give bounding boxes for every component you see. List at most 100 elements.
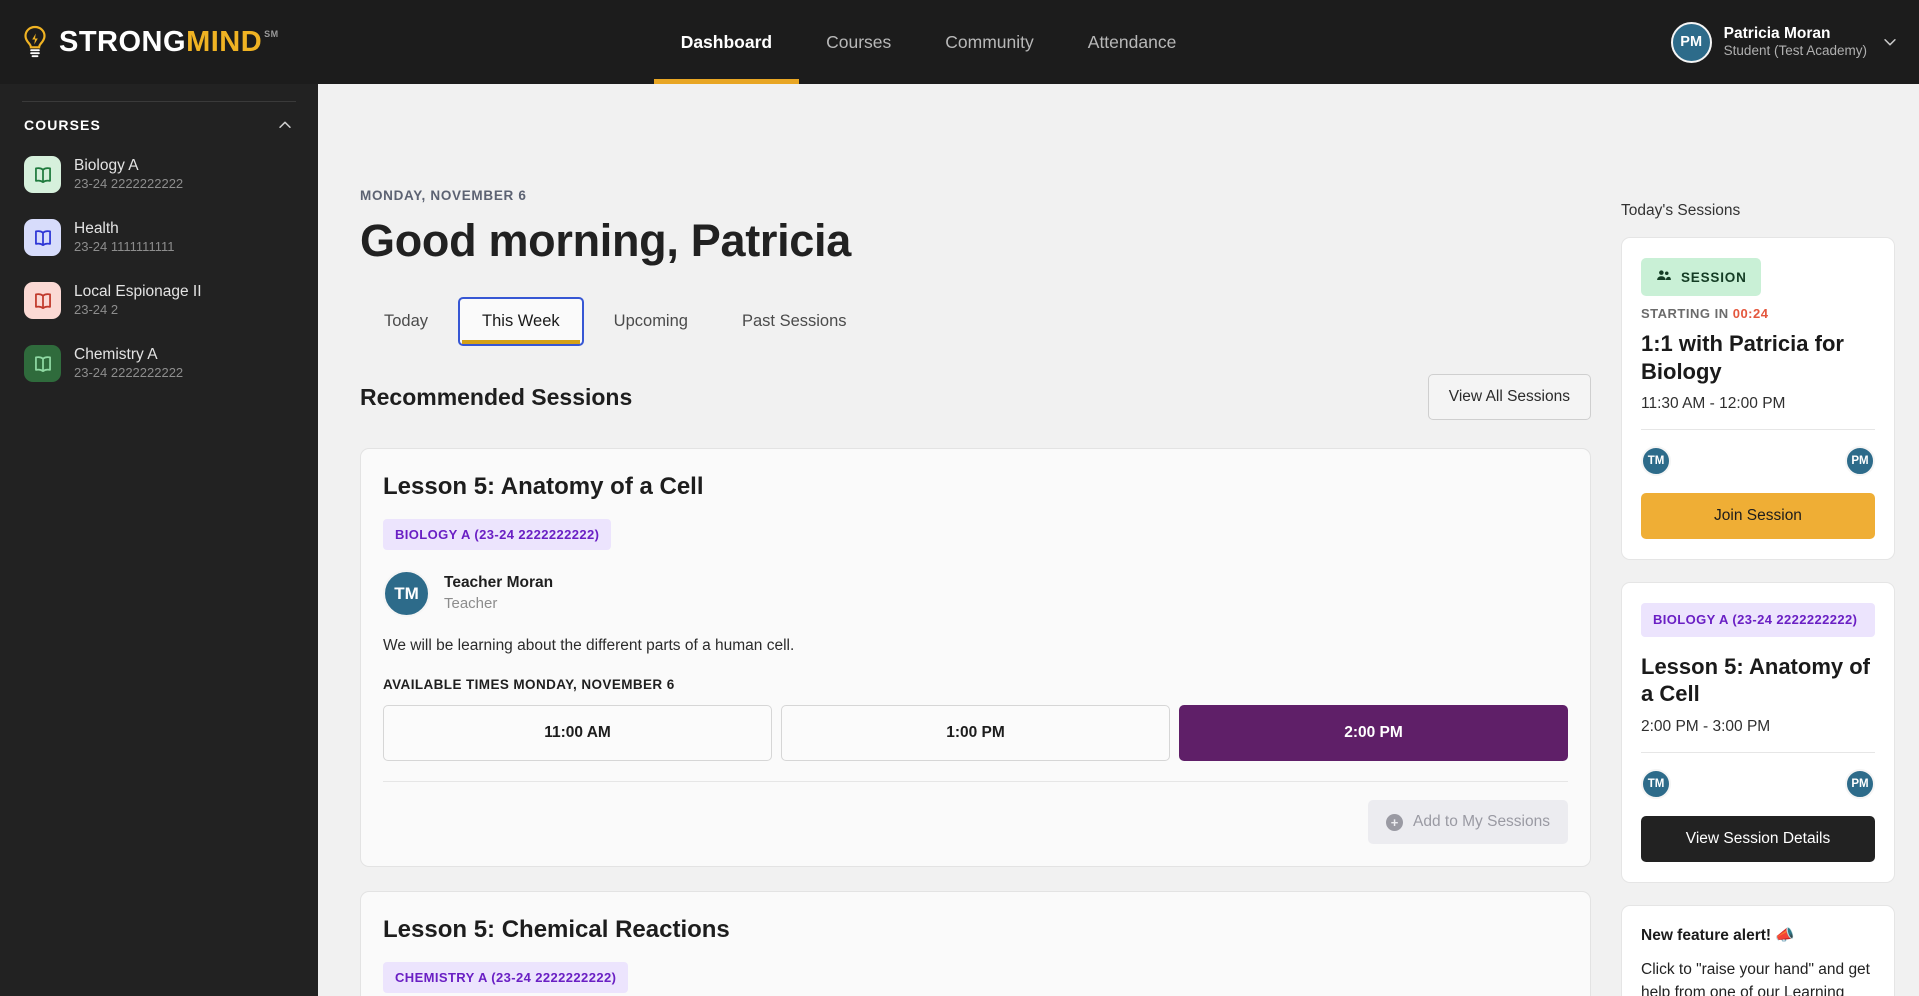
tab-label: Today <box>384 312 429 330</box>
countdown-value: 00:24 <box>1732 306 1769 321</box>
sidebar-divider <box>22 101 296 102</box>
todays-session-card-1-1-biology: SESSION STARTING IN 00:24 1:1 with Patri… <box>1621 237 1895 560</box>
course-badge: BIOLOGY A (23-24 2222222222) <box>1641 603 1875 637</box>
course-badge: CHEMISTRY A (23-24 2222222222) <box>383 962 629 993</box>
panel-heading: Today's Sessions <box>1621 202 1741 219</box>
nav-label: Community <box>945 31 1034 52</box>
tab-this-week[interactable]: This Week <box>458 297 584 346</box>
tab-past-sessions[interactable]: Past Sessions <box>718 297 871 346</box>
course-section: 23-24 2222222222 <box>74 365 184 381</box>
new-feature-alert-card[interactable]: New feature alert! 📣 Click to "raise you… <box>1621 904 1895 996</box>
countdown-prefix: STARTING IN <box>1641 306 1729 321</box>
chevron-up-icon[interactable] <box>276 116 294 134</box>
add-to-my-sessions-label: Add to My Sessions <box>1413 813 1550 830</box>
card-divider <box>383 781 1568 782</box>
book-icon <box>24 219 61 257</box>
sidebar-item-biology-a[interactable]: Biology A 23-24 2222222222 <box>22 148 296 201</box>
nav-item-dashboard[interactable]: Dashboard <box>653 0 800 84</box>
avatar: TM <box>383 570 430 617</box>
brand-strong-text: STRONG <box>59 25 187 58</box>
user-profile-menu[interactable]: PM Patricia Moran Student (Test Academy) <box>1539 21 1919 63</box>
join-session-button[interactable]: Join Session <box>1641 493 1875 539</box>
session-time: 11:30 AM - 12:00 PM <box>1641 395 1786 412</box>
nav-item-community[interactable]: Community <box>918 0 1061 84</box>
avatar: PM <box>1845 446 1875 476</box>
session-title: Lesson 5: Chemical Reactions <box>383 916 730 943</box>
brand-servicemark: SM <box>264 28 279 39</box>
sidebar-item-texts: Health 23-24 1111111111 <box>74 219 174 256</box>
dashboard-column: MONDAY, NOVEMBER 6 Good morning, Patrici… <box>318 84 1621 996</box>
tab-label: This Week <box>482 312 560 330</box>
app-body: COURSES Biology A 23-24 2222222222 Healt… <box>0 84 1919 996</box>
brand-wordmark: STRONG MIND SM <box>59 25 279 58</box>
nav-item-courses[interactable]: Courses <box>799 0 918 84</box>
avatar: PM <box>1845 768 1875 799</box>
avatar: PM <box>1670 21 1712 63</box>
todays-session-card-anatomy-of-a-cell: BIOLOGY A (23-24 2222222222) Lesson 5: A… <box>1621 582 1895 883</box>
tab-upcoming[interactable]: Upcoming <box>590 297 712 346</box>
chevron-down-icon[interactable] <box>1879 31 1901 53</box>
time-slot-1100am[interactable]: 11:00 AM <box>383 705 772 761</box>
user-role: Student (Test Academy) <box>1723 43 1867 59</box>
teacher-row: TM Teacher Moran Teacher <box>383 570 1568 617</box>
session-title: Lesson 5: Anatomy of a Cell <box>383 473 704 500</box>
card-actions: + Add to My Sessions <box>383 800 1568 844</box>
avatar: TM <box>1641 446 1671 476</box>
time-slot-200pm[interactable]: 2:00 PM <box>1179 705 1568 761</box>
sidebar-item-chemistry-a[interactable]: Chemistry A 23-24 2222222222 <box>22 337 296 390</box>
course-badge: BIOLOGY A (23-24 2222222222) <box>383 519 612 550</box>
page-title: Good morning, Patricia <box>360 215 851 266</box>
tab-label: Upcoming <box>613 312 688 330</box>
lightbulb-icon <box>20 25 50 59</box>
view-session-details-button[interactable]: View Session Details <box>1641 815 1875 862</box>
book-icon <box>24 345 61 383</box>
status-badge: SESSION <box>1641 258 1761 296</box>
session-filter-tabs: Today This Week Upcoming Past Sessions <box>360 297 1591 346</box>
sidebar-section-title: COURSES <box>24 117 101 133</box>
todays-sessions-panel: Today's Sessions SESSION STARTING IN 00:… <box>1621 84 1919 996</box>
sidebar-item-texts: Local Espionage II 23-24 2 <box>74 282 202 319</box>
countdown-row: STARTING IN 00:24 <box>1641 306 1875 321</box>
brand-logo[interactable]: STRONG MIND SM <box>0 0 318 84</box>
user-identity: Patricia Moran Student (Test Academy) <box>1724 24 1867 60</box>
primary-navigation: Dashboard Courses Community Attendance <box>318 0 1539 84</box>
brand-mind-text: MIND <box>186 25 263 58</box>
participant-avatars: TM PM <box>1641 446 1875 476</box>
top-header-bar: STRONG MIND SM Dashboard Courses Community… <box>0 0 1919 84</box>
nav-item-attendance[interactable]: Attendance <box>1061 0 1204 84</box>
teacher-role: Teacher <box>444 594 498 612</box>
user-name: Patricia Moran <box>1723 24 1831 42</box>
nav-label: Attendance <box>1087 31 1177 52</box>
card-divider <box>1641 429 1875 430</box>
people-icon <box>1655 267 1672 287</box>
session-title: Lesson 5: Anatomy of a Cell <box>1641 653 1870 707</box>
course-section: 23-24 2 <box>74 302 119 318</box>
status-badge-label: SESSION <box>1681 269 1747 285</box>
left-sidebar: COURSES Biology A 23-24 2222222222 Healt… <box>0 84 318 996</box>
main-content: MONDAY, NOVEMBER 6 Good morning, Patrici… <box>318 84 1919 996</box>
course-section: 23-24 2222222222 <box>74 176 184 192</box>
sidebar-item-health[interactable]: Health 23-24 1111111111 <box>22 211 296 264</box>
card-divider <box>1641 751 1875 753</box>
current-date: MONDAY, NOVEMBER 6 <box>360 188 527 203</box>
time-slot-100pm[interactable]: 1:00 PM <box>781 705 1170 761</box>
alert-body: Click to "raise your hand" and get help … <box>1641 960 1870 996</box>
course-section: 23-24 1111111111 <box>74 239 175 255</box>
course-name: Biology A <box>74 157 139 174</box>
session-time: 2:00 PM - 3:00 PM <box>1641 717 1771 735</box>
add-to-my-sessions-button[interactable]: + Add to My Sessions <box>1368 800 1568 844</box>
course-name: Local Espionage II <box>74 283 202 301</box>
sidebar-courses-header[interactable]: COURSES <box>22 116 296 134</box>
sidebar-item-local-espionage-ii[interactable]: Local Espionage II 23-24 2 <box>22 274 296 327</box>
section-title: Recommended Sessions <box>360 383 633 410</box>
teacher-name: Teacher Moran <box>444 573 554 591</box>
book-icon <box>24 282 61 320</box>
tab-today[interactable]: Today <box>360 297 452 346</box>
nav-label: Courses <box>826 31 892 52</box>
avatar: TM <box>1641 768 1671 799</box>
view-all-sessions-button[interactable]: View All Sessions <box>1427 374 1591 420</box>
available-times-label: AVAILABLE TIMES MONDAY, NOVEMBER 6 <box>383 677 675 692</box>
session-description: We will be learning about the different … <box>383 637 795 654</box>
badge-wrapper: BIOLOGY A (23-24 2222222222) <box>1641 603 1875 637</box>
tab-label: Past Sessions <box>741 312 847 330</box>
